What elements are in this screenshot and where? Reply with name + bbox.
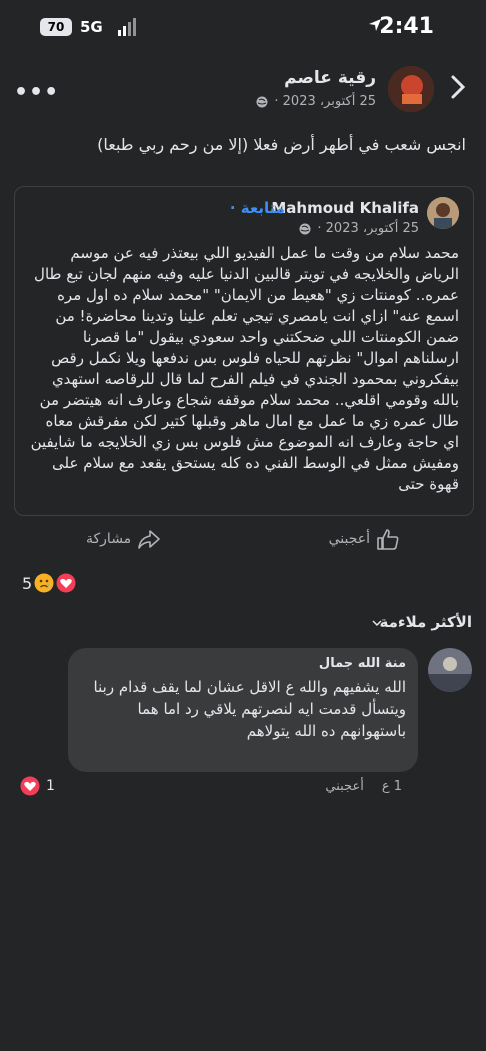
like-button[interactable]: أعجبني — [329, 528, 400, 550]
post-meta: 25 أكتوبر، 2023 · — [256, 94, 376, 109]
signal-icon — [118, 18, 136, 36]
shared-date: 25 أكتوبر، 2023 · — [317, 221, 419, 236]
globe-icon — [299, 223, 311, 234]
clock: 2:41 — [379, 14, 434, 39]
globe-icon — [256, 96, 268, 107]
post-text: انجس شعب في أطهر أرض فعلا (إلا من رحم رب… — [97, 135, 466, 154]
post-author-name[interactable]: رقية عاصم — [284, 68, 376, 88]
share-arrow-icon — [138, 530, 160, 549]
follow-link[interactable]: · متابعة — [230, 199, 285, 217]
love-reaction-icon — [20, 776, 40, 796]
shared-author-name[interactable]: Mahmoud Khalifa — [271, 199, 419, 217]
comment-time: 1 ع — [381, 779, 402, 794]
share-label: مشاركة — [86, 531, 132, 547]
reaction-count: 5 — [22, 573, 33, 593]
comment-like-button[interactable]: أعجبني — [325, 779, 363, 794]
comment-reaction-count: 1 — [46, 778, 55, 794]
shared-post-card[interactable]: Mahmoud Khalifa · متابعة 25 أكتوبر، 2023… — [14, 186, 474, 516]
more-options-icon[interactable]: ••• — [14, 80, 59, 105]
post-date: 25 أكتوبر، 2023 · — [274, 94, 376, 109]
comment-sort-dropdown[interactable]: الأكثر ملاءمة — [380, 613, 472, 631]
shared-author-avatar[interactable] — [427, 197, 459, 229]
sad-reaction-icon — [34, 573, 54, 593]
status-bar: 70 5G 2:41 — [0, 0, 486, 56]
chevron-down-icon[interactable] — [372, 619, 382, 627]
shared-meta: 25 أكتوبر، 2023 · — [299, 221, 419, 236]
love-reaction-icon — [56, 573, 76, 593]
comment-text: الله يشفيهم والله ع الاقل عشان لما يقف ق… — [93, 678, 406, 740]
back-chevron-icon[interactable] — [448, 72, 468, 102]
share-button[interactable]: مشاركة — [86, 528, 161, 550]
comment-reactions[interactable]: 1 — [20, 776, 55, 796]
network-label: 5G — [80, 18, 103, 36]
like-label: أعجبني — [328, 531, 370, 547]
thumbs-up-icon — [377, 529, 399, 550]
post-author-avatar[interactable] — [388, 66, 434, 112]
battery-indicator: 70 — [40, 18, 72, 36]
comment-bubble[interactable]: منة الله جمال الله يشفيهم والله ع الاقل … — [68, 648, 418, 772]
reactions-summary[interactable]: 5 — [22, 573, 76, 593]
commenter-avatar[interactable] — [428, 648, 472, 692]
comment-meta: 1 ع أعجبني — [325, 779, 402, 794]
shared-post-text: محمد سلام من وقت ما عمل الفيديو اللي بيع… — [30, 244, 459, 493]
commenter-name[interactable]: منة الله جمال — [319, 656, 406, 671]
